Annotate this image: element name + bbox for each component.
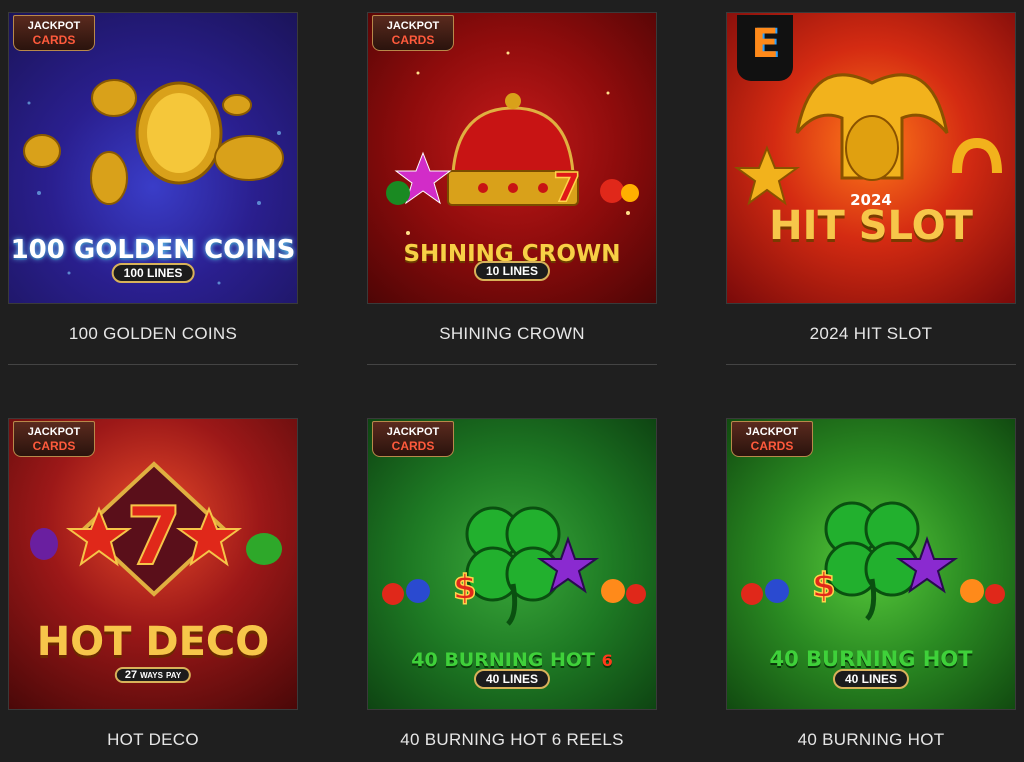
game-card-40-burning-hot-6-reels[interactable]: $ JACKPOT CARDS 40 BURNING HOT 6 40 LINE… bbox=[367, 418, 657, 749]
game-thumbnail[interactable]: $ JACKPOT CARDS 40 BURNING HOT 40 LINES bbox=[726, 418, 1016, 710]
game-title[interactable]: SHINING CROWN bbox=[367, 324, 657, 344]
ways-count: 27 bbox=[124, 669, 138, 681]
game-art-lines: 40 LINES bbox=[832, 669, 910, 689]
divider bbox=[8, 364, 298, 365]
game-title[interactable]: HOT DECO bbox=[8, 730, 298, 750]
game-art-title: HOT DECO bbox=[36, 619, 270, 665]
game-art-lines: 10 LINES bbox=[473, 261, 551, 281]
game-grid: JACKPOT CARDS 100 GOLDEN COINS 100 LINES… bbox=[0, 0, 1024, 762]
game-title[interactable]: 100 GOLDEN COINS bbox=[8, 324, 298, 344]
game-card-shining-crown[interactable]: 7 JACKPOT CARDS SHINING CROWN 10 LINES S… bbox=[367, 12, 657, 365]
game-thumbnail[interactable]: $ JACKPOT CARDS 40 BURNING HOT 6 40 LINE… bbox=[367, 418, 657, 710]
game-art-ways-pill: 27 WAYS PAY bbox=[114, 667, 192, 683]
six-reels-mark: 6 bbox=[601, 651, 613, 670]
jackpot-cards-badge: JACKPOT CARDS bbox=[13, 15, 95, 51]
game-art-title: HIT SLOT bbox=[769, 203, 973, 249]
game-title[interactable]: 40 BURNING HOT bbox=[726, 730, 1016, 750]
game-thumbnail[interactable]: E 2024 HIT SLOT bbox=[726, 12, 1016, 304]
ways-label: WAYS bbox=[140, 671, 163, 680]
game-title[interactable]: 2024 HIT SLOT bbox=[726, 324, 1016, 344]
game-art-title: 100 GOLDEN COINS bbox=[10, 235, 296, 265]
pay-label: PAY bbox=[166, 671, 182, 680]
game-card-40-burning-hot[interactable]: $ JACKPOT CARDS 40 BURNING HOT 40 LINES … bbox=[726, 418, 1016, 749]
svg-text:7: 7 bbox=[553, 165, 581, 211]
divider bbox=[726, 364, 1016, 365]
jackpot-cards-badge: JACKPOT CARDS bbox=[731, 421, 813, 457]
provider-logo: E bbox=[737, 15, 793, 81]
game-art-lines: 100 LINES bbox=[111, 263, 195, 283]
game-title[interactable]: 40 BURNING HOT 6 REELS bbox=[367, 730, 657, 750]
game-card-100-golden-coins[interactable]: JACKPOT CARDS 100 GOLDEN COINS 100 LINES… bbox=[8, 12, 298, 365]
game-thumbnail[interactable]: JACKPOT CARDS 100 GOLDEN COINS 100 LINES bbox=[8, 12, 298, 304]
game-card-hot-deco[interactable]: 7 JACKPOT CARDS HOT DECO 27 WAYS PAY HOT… bbox=[8, 418, 298, 749]
jackpot-cards-badge: JACKPOT CARDS bbox=[372, 15, 454, 51]
game-thumbnail[interactable]: 7 JACKPOT CARDS HOT DECO 27 WAYS PAY bbox=[8, 418, 298, 710]
svg-text:$: $ bbox=[453, 568, 477, 608]
game-art-title: 40 BURNING HOT bbox=[769, 647, 973, 671]
game-art-title: 40 BURNING HOT 6 bbox=[411, 649, 613, 671]
jackpot-cards-badge: JACKPOT CARDS bbox=[372, 421, 454, 457]
game-card-2024-hit-slot[interactable]: E 2024 HIT SLOT 2024 HIT SLOT bbox=[726, 12, 1016, 365]
lucky-seven: 7 bbox=[126, 490, 182, 583]
divider bbox=[367, 364, 657, 365]
game-thumbnail[interactable]: 7 JACKPOT CARDS SHINING CROWN 10 LINES bbox=[367, 12, 657, 304]
game-art-lines: 40 LINES bbox=[473, 669, 551, 689]
jackpot-cards-badge: JACKPOT CARDS bbox=[13, 421, 95, 457]
svg-text:$: $ bbox=[812, 566, 836, 606]
